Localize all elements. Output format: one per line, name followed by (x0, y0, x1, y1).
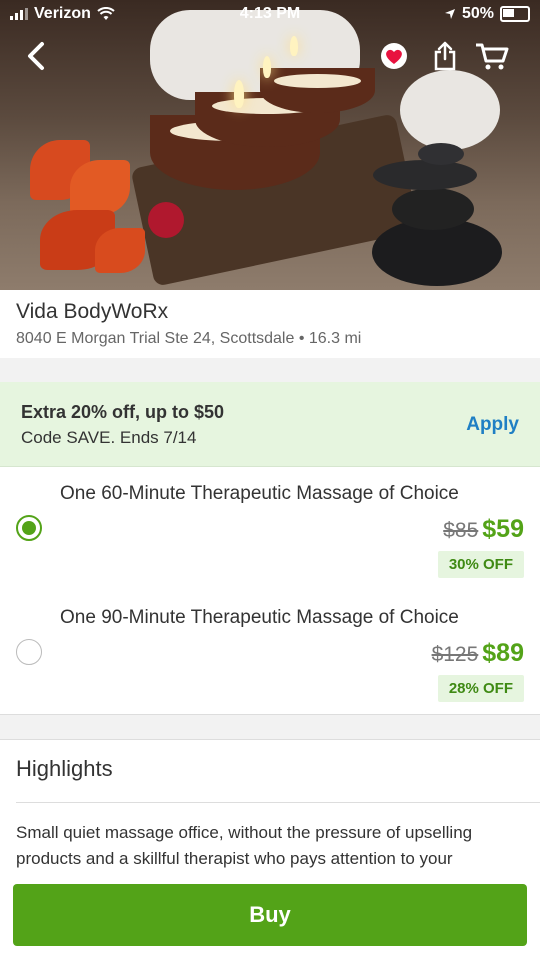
share-icon (434, 41, 456, 71)
status-bar: Verizon 4:13 PM 50% (0, 0, 540, 28)
apply-promo-button[interactable]: Apply (466, 414, 519, 436)
divider (16, 802, 540, 803)
battery-icon (500, 6, 530, 22)
option-title: One 60-Minute Therapeutic Massage of Cho… (60, 483, 459, 504)
deal-price: $89 (482, 639, 524, 667)
share-button[interactable] (425, 36, 465, 76)
buy-button[interactable]: Buy (13, 884, 527, 946)
section-divider (0, 714, 540, 740)
battery-percent: 50% (461, 5, 494, 22)
favorite-button[interactable] (374, 36, 414, 76)
option-title: One 90-Minute Therapeutic Massage of Cho… (60, 607, 459, 628)
price-row: $85 $59 (443, 515, 524, 544)
promo-banner: Extra 20% off, up to $50 Code SAVE. Ends… (0, 382, 540, 467)
discount-badge: 30% OFF (437, 551, 524, 578)
business-address[interactable]: 8040 E Morgan Trial Ste 24, Scottsdale •… (16, 330, 361, 348)
heart-icon (381, 43, 407, 69)
deal-option[interactable]: One 90-Minute Therapeutic Massage of Cho… (0, 591, 540, 716)
deal-option[interactable]: One 60-Minute Therapeutic Massage of Cho… (0, 467, 540, 592)
business-name[interactable]: Vida BodyWoRx (16, 300, 168, 324)
top-nav (0, 36, 540, 76)
highlights-heading: Highlights (16, 756, 113, 781)
original-price: $125 (431, 643, 479, 666)
original-price: $85 (443, 519, 479, 542)
promo-headline: Extra 20% off, up to $50 (21, 402, 225, 422)
chevron-left-icon (28, 42, 44, 70)
discount-badge: 28% OFF (437, 675, 524, 702)
highlights-text: Small quiet massage office, without the … (16, 823, 473, 868)
promo-code-details: Code SAVE. Ends 7/14 (21, 428, 197, 447)
price-row: $125 $89 (432, 639, 524, 668)
cart-icon (476, 43, 509, 70)
deal-price: $59 (482, 515, 524, 543)
back-button[interactable] (16, 36, 56, 76)
radio-unselected[interactable] (16, 639, 42, 665)
radio-selected[interactable] (16, 515, 42, 541)
section-divider (0, 358, 540, 382)
location-arrow-icon (444, 9, 455, 19)
cart-button[interactable] (472, 36, 512, 76)
business-info: Vida BodyWoRx 8040 E Morgan Trial Ste 24… (0, 290, 540, 359)
